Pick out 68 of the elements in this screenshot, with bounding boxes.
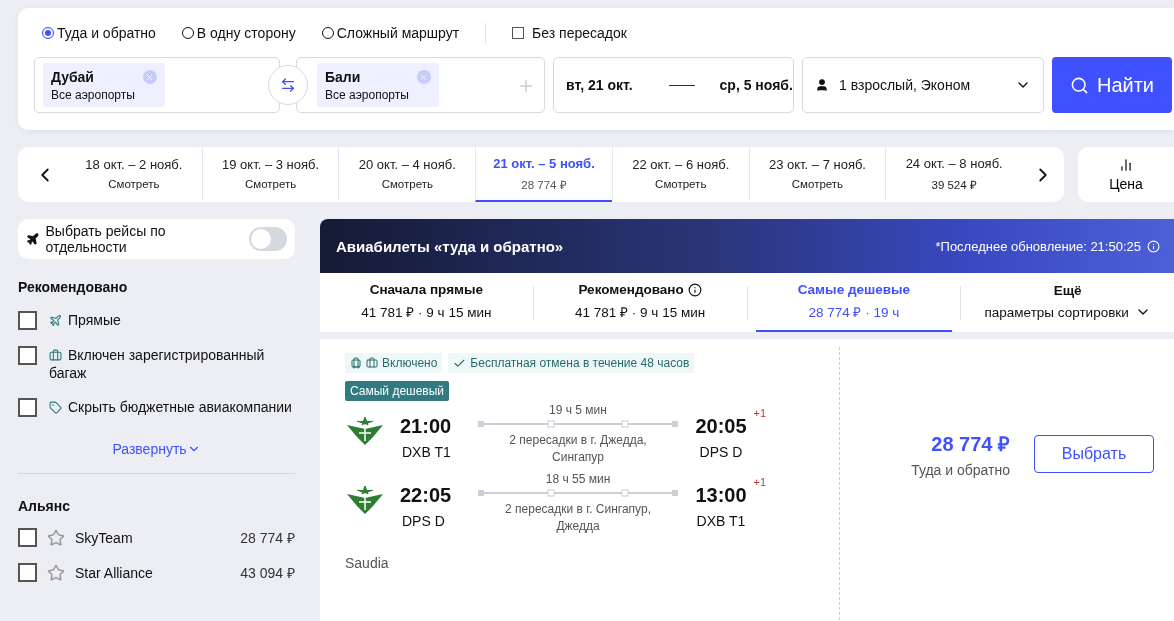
search-button[interactable]: Найти bbox=[1052, 57, 1172, 113]
date-range-tab[interactable]: 23 окт. – 7 нояб. Смотреть bbox=[748, 147, 886, 202]
person-icon bbox=[815, 78, 829, 92]
airline-logo-icon bbox=[345, 415, 385, 447]
ticket-price: 28 774 ₽ bbox=[930, 432, 1010, 457]
filter-checkbox[interactable]: Включен зарегистрированный багаж bbox=[18, 346, 295, 382]
airline-name: Saudia bbox=[345, 555, 390, 571]
radio-dot[interactable] bbox=[321, 27, 334, 39]
sort-tab[interactable]: Рекомендовано 41 781 ₽ · 9 ч 15 мин bbox=[541, 273, 739, 332]
airline-logo-icon bbox=[345, 484, 385, 516]
swap-icon bbox=[280, 77, 296, 93]
flight-duration: 18 ч 55 мин bbox=[545, 472, 611, 486]
section-title: Рекомендовано bbox=[18, 279, 129, 295]
section-title: Альянс bbox=[18, 498, 72, 514]
expand-link[interactable]: Развернуть bbox=[18, 441, 295, 457]
luggage-icon bbox=[350, 357, 362, 369]
airport-code: DPS D bbox=[401, 513, 446, 529]
airport-code: DPS D bbox=[698, 444, 744, 460]
stops-text: 2 пересадки в г. Джедда, Сингапур bbox=[508, 432, 648, 466]
trip-type-radio[interactable]: Туда и обратно bbox=[42, 25, 156, 41]
cancellation-badge: Бесплатная отмена в течение 48 часов bbox=[448, 353, 695, 373]
sort-tab[interactable]: Самые дешевые 28 774 ₽ · 19 ч bbox=[755, 273, 953, 332]
sort-tab[interactable]: Ещё параметры сортировки bbox=[969, 273, 1166, 332]
passengers-field[interactable]: 1 взрослый, Эконом bbox=[802, 57, 1044, 113]
plane-icon bbox=[26, 232, 40, 246]
cheapest-tag: Самый дешевый bbox=[345, 381, 450, 401]
date-range-tab[interactable]: 19 окт. – 3 нояб. Смотреть bbox=[201, 147, 339, 202]
filter-checkbox[interactable]: Скрыть бюджетные авиакомпании bbox=[18, 398, 295, 417]
alliance-checkbox[interactable]: Star Alliance 43 094 ₽ bbox=[18, 555, 295, 590]
filter-checkbox[interactable]: Прямые bbox=[18, 311, 295, 330]
trip-type-radio[interactable]: Сложный маршрут bbox=[321, 25, 460, 41]
price-chart-button[interactable]: Цена bbox=[1078, 147, 1174, 202]
departure-time: 22:05 bbox=[400, 484, 453, 507]
date-range-tab[interactable]: 22 окт. – 6 нояб. Смотреть bbox=[611, 147, 749, 202]
tag-icon bbox=[49, 401, 62, 414]
search-icon bbox=[1069, 75, 1089, 95]
next-day-mark: +1 bbox=[753, 476, 766, 488]
airport-code: DXB T1 bbox=[401, 444, 452, 460]
suitcase-icon bbox=[49, 349, 62, 362]
date-range-tab[interactable]: 18 окт. – 2 нояб. Смотреть bbox=[66, 147, 202, 202]
radio-dot[interactable] bbox=[181, 27, 194, 39]
flight-duration: 19 ч 5 мин bbox=[549, 403, 607, 417]
radio-dot[interactable] bbox=[42, 27, 54, 39]
date-range-tab[interactable]: 24 окт. – 8 нояб. 39 524 ₽ bbox=[885, 147, 1023, 202]
results-banner: Авиабилеты «туда и обратно» *Последнее обновление: 21:50:25 bbox=[320, 219, 1174, 273]
stops-text: 2 пересадки в г. Сингапур, Джедда bbox=[504, 501, 652, 535]
select-button[interactable]: Выбрать bbox=[1034, 435, 1154, 473]
star-icon bbox=[47, 563, 65, 582]
direct-only-checkbox[interactable]: Без пересадок bbox=[512, 25, 627, 41]
bar-chart-icon bbox=[1119, 157, 1133, 172]
sort-tab[interactable]: Сначала прямые 41 781 ₽ · 9 ч 15 мин bbox=[328, 273, 525, 332]
suitcase-icon bbox=[366, 357, 378, 369]
departure-time: 21:00 bbox=[400, 415, 453, 438]
airport-code: DXB T1 bbox=[695, 513, 747, 529]
baggage-badge: Включено bbox=[345, 353, 443, 373]
date-range-tab[interactable]: 21 окт. – 5 нояб. 28 774 ₽ bbox=[475, 147, 612, 202]
origin-field[interactable]: Дубай Все аэропорты bbox=[34, 57, 280, 113]
dates-field[interactable]: вт, 21 окт. ср, 5 нояб. bbox=[553, 57, 794, 113]
trip-type-radio[interactable]: В одну сторону bbox=[181, 25, 296, 41]
star-icon bbox=[47, 528, 65, 547]
alliance-checkbox[interactable]: SkyTeam 28 774 ₽ bbox=[18, 520, 295, 555]
next-day-mark: +1 bbox=[753, 407, 766, 419]
price-note: Туда и обратно bbox=[911, 462, 1010, 478]
plane-icon bbox=[49, 314, 62, 327]
info-icon bbox=[687, 282, 702, 297]
separate-flights-toggle[interactable]: Выбрать рейсы по отдельности bbox=[18, 219, 295, 259]
info-icon bbox=[1147, 239, 1160, 253]
date-range-tab[interactable]: 20 окт. – 4 нояб. Смотреть bbox=[338, 147, 476, 202]
